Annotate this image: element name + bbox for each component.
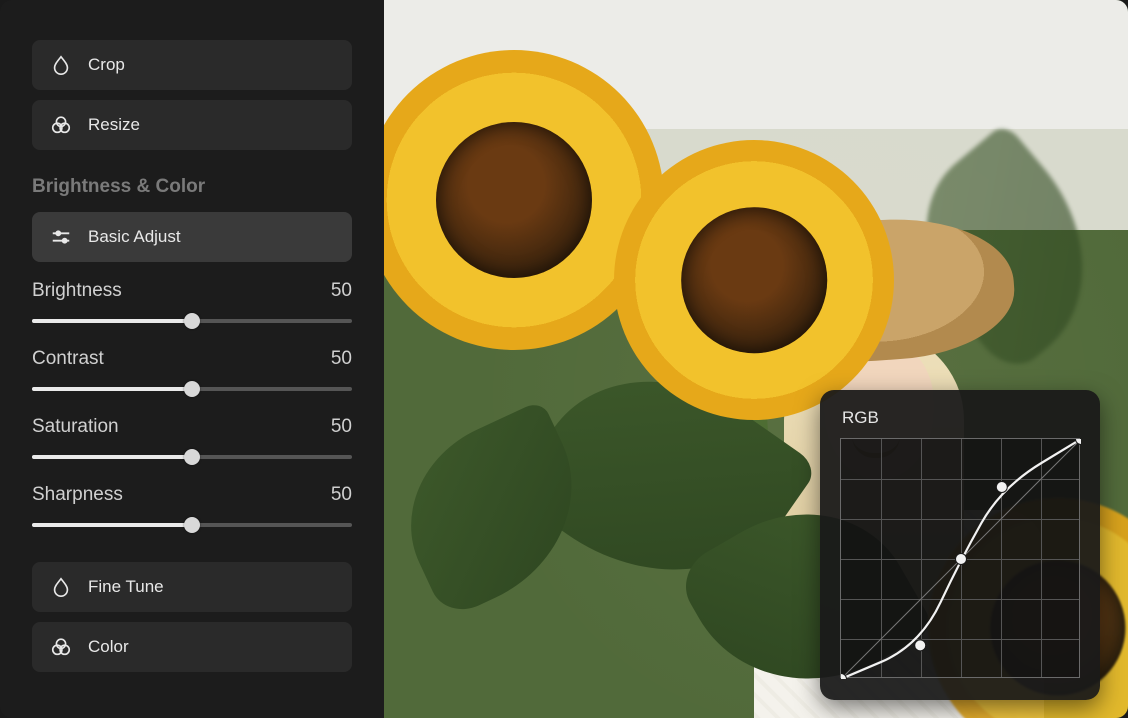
- slider-saturation: Saturation 50: [32, 416, 352, 466]
- slider-thumb[interactable]: [184, 517, 200, 533]
- curve-point[interactable]: [996, 482, 1007, 493]
- slider-thumb[interactable]: [184, 313, 200, 329]
- curve-point[interactable]: [915, 640, 926, 651]
- slider-thumb[interactable]: [184, 449, 200, 465]
- slider-contrast: Contrast 50: [32, 348, 352, 398]
- resize-label: Resize: [88, 115, 140, 135]
- slider-label: Contrast: [32, 348, 104, 370]
- drop-icon: [50, 54, 72, 76]
- slider-label: Saturation: [32, 416, 119, 438]
- slider-label: Brightness: [32, 280, 122, 302]
- editor-sidebar: Crop Resize Brightness & Color Basic Adj…: [0, 0, 384, 718]
- sliders-icon: [50, 226, 72, 248]
- overlapping-circles-icon: [50, 114, 72, 136]
- slider-track[interactable]: [32, 448, 352, 466]
- crop-label: Crop: [88, 55, 125, 75]
- image-preview: RGB: [384, 0, 1128, 718]
- curve-point[interactable]: [956, 554, 967, 565]
- curves-title: RGB: [842, 408, 1080, 428]
- resize-button[interactable]: Resize: [32, 100, 352, 150]
- basic-adjust-button[interactable]: Basic Adjust: [32, 212, 352, 262]
- slider-track[interactable]: [32, 516, 352, 534]
- slider-value: 50: [331, 280, 352, 302]
- slider-label: Sharpness: [32, 484, 123, 506]
- crop-button[interactable]: Crop: [32, 40, 352, 90]
- slider-thumb[interactable]: [184, 381, 200, 397]
- color-button[interactable]: Color: [32, 622, 352, 672]
- basic-adjust-label: Basic Adjust: [88, 227, 181, 247]
- drop-icon: [50, 576, 72, 598]
- slider-value: 50: [331, 484, 352, 506]
- slider-sharpness: Sharpness 50: [32, 484, 352, 534]
- section-title-brightness-color: Brightness & Color: [32, 176, 352, 198]
- fine-tune-label: Fine Tune: [88, 577, 164, 597]
- slider-value: 50: [331, 348, 352, 370]
- rgb-curves-panel[interactable]: RGB: [820, 390, 1100, 700]
- slider-track[interactable]: [32, 312, 352, 330]
- fine-tune-button[interactable]: Fine Tune: [32, 562, 352, 612]
- color-label: Color: [88, 637, 129, 657]
- slider-track[interactable]: [32, 380, 352, 398]
- curves-graph[interactable]: [840, 438, 1080, 678]
- sliders-group: Brightness50Contrast50Saturation50Sharpn…: [32, 280, 352, 534]
- slider-value: 50: [331, 416, 352, 438]
- slider-brightness: Brightness 50: [32, 280, 352, 330]
- overlapping-circles-icon: [50, 636, 72, 658]
